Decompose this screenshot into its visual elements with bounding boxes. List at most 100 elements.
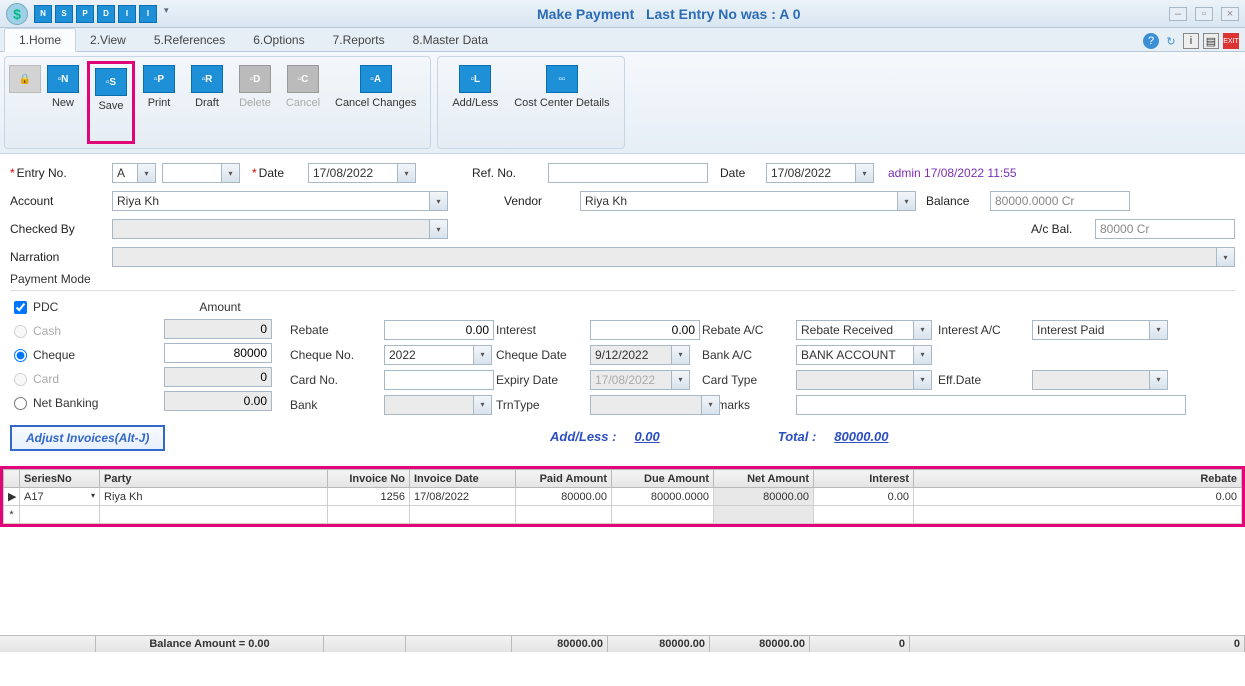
cash-radio[interactable] bbox=[14, 325, 27, 338]
adjust-invoices-button[interactable]: Adjust Invoices(Alt-J) bbox=[10, 425, 165, 451]
chequeno-label: Cheque No. bbox=[290, 348, 382, 362]
draft-button[interactable]: ▫R Draft bbox=[183, 61, 231, 144]
qa-5[interactable]: I bbox=[118, 5, 136, 23]
rebate-input[interactable] bbox=[384, 320, 494, 340]
entry-no-combo[interactable]: ▾ bbox=[162, 163, 240, 183]
addless-button[interactable]: ▫L Add/Less bbox=[444, 61, 506, 144]
chequeno-combo[interactable]: 2022▾ bbox=[384, 345, 492, 365]
cell-invoice[interactable]: 1256 bbox=[328, 488, 410, 506]
cheque-amount[interactable] bbox=[164, 343, 272, 363]
delete-button[interactable]: ▫D Delete bbox=[231, 61, 279, 144]
pdc-checkbox-row[interactable]: PDC bbox=[10, 295, 160, 319]
interestac-combo[interactable]: Interest Paid▾ bbox=[1032, 320, 1168, 340]
interest-input[interactable] bbox=[590, 320, 700, 340]
effdate-combo[interactable]: ▾ bbox=[1032, 370, 1168, 390]
balance-value bbox=[990, 191, 1130, 211]
cancel-button[interactable]: ▫C Cancel bbox=[279, 61, 327, 144]
cancel-changes-button[interactable]: ▫A Cancel Changes bbox=[327, 61, 424, 144]
cheque-radio-row[interactable]: Cheque bbox=[10, 343, 160, 367]
tab-references[interactable]: 5.References bbox=[140, 29, 239, 51]
col-dueamount[interactable]: Due Amount bbox=[612, 470, 714, 488]
date-combo[interactable]: 17/08/2022▾ bbox=[308, 163, 416, 183]
col-paidamount[interactable]: Paid Amount bbox=[516, 470, 612, 488]
cell-invdate[interactable]: 17/08/2022 bbox=[410, 488, 516, 506]
new-row-indicator[interactable]: * bbox=[4, 506, 20, 524]
close-button[interactable]: × bbox=[1221, 7, 1239, 21]
entry-series-combo[interactable]: A▾ bbox=[112, 163, 156, 183]
remarks-input[interactable] bbox=[796, 395, 1186, 415]
new-button[interactable]: ▫N New bbox=[39, 61, 87, 144]
qa-save[interactable]: S bbox=[55, 5, 73, 23]
dropdown-icon: ▾ bbox=[137, 164, 155, 182]
cell-due[interactable]: 80000.0000 bbox=[612, 488, 714, 506]
dropdown-icon[interactable]: ▾ bbox=[91, 491, 95, 500]
col-rebate[interactable]: Rebate bbox=[914, 470, 1242, 488]
cell-net[interactable]: 80000.00 bbox=[714, 488, 814, 506]
bank-combo[interactable]: ▾ bbox=[384, 395, 492, 415]
qa-delete[interactable]: D bbox=[97, 5, 115, 23]
vendor-combo[interactable]: Riya Kh▾ bbox=[580, 191, 916, 211]
exit-icon[interactable]: EXIT bbox=[1223, 33, 1239, 49]
pdc-checkbox[interactable] bbox=[14, 301, 27, 314]
trntype-label: TrnType bbox=[496, 398, 588, 412]
cell-paid[interactable]: 80000.00 bbox=[516, 488, 612, 506]
net-radio-row[interactable]: Net Banking bbox=[10, 391, 160, 415]
tab-options[interactable]: 6.Options bbox=[239, 29, 318, 51]
dropdown-icon: ▾ bbox=[473, 346, 491, 364]
help-icon[interactable]: ? bbox=[1143, 33, 1159, 49]
qa-new[interactable]: N bbox=[34, 5, 52, 23]
dropdown-icon: ▾ bbox=[221, 164, 239, 182]
date2-combo[interactable]: 17/08/2022▾ bbox=[766, 163, 874, 183]
net-radio[interactable] bbox=[14, 397, 27, 410]
tab-reports[interactable]: 7.Reports bbox=[319, 29, 399, 51]
col-party[interactable]: Party bbox=[100, 470, 328, 488]
row-selector-header[interactable] bbox=[4, 470, 20, 488]
chequedate-combo[interactable]: 9/12/2022▾ bbox=[590, 345, 690, 365]
print-icon: ▫P bbox=[143, 65, 175, 93]
app-icon: $ bbox=[6, 3, 28, 25]
dropdown-icon: ▾ bbox=[1216, 248, 1234, 266]
col-invoicedate[interactable]: Invoice Date bbox=[410, 470, 516, 488]
payment-mode-label: Payment Mode bbox=[10, 272, 1235, 286]
qa-print[interactable]: P bbox=[76, 5, 94, 23]
cell-party[interactable]: Riya Kh bbox=[100, 488, 328, 506]
account-combo[interactable]: Riya Kh▾ bbox=[112, 191, 448, 211]
col-interest[interactable]: Interest bbox=[814, 470, 914, 488]
ref-input[interactable] bbox=[548, 163, 708, 183]
invoice-grid[interactable]: SeriesNo Party Invoice No Invoice Date P… bbox=[3, 469, 1242, 524]
col-netamount[interactable]: Net Amount bbox=[714, 470, 814, 488]
row-indicator[interactable]: ▶ bbox=[4, 488, 20, 506]
cell-series[interactable]: A17 ▾ bbox=[20, 488, 100, 506]
bankac-combo[interactable]: BANK ACCOUNT▾ bbox=[796, 345, 932, 365]
cell-rebate[interactable]: 0.00 bbox=[914, 488, 1242, 506]
cash-radio-row[interactable]: Cash bbox=[10, 319, 160, 343]
col-invoiceno[interactable]: Invoice No bbox=[328, 470, 410, 488]
cash-label: Cash bbox=[33, 324, 61, 338]
checked-combo[interactable]: ▾ bbox=[112, 219, 448, 239]
refresh-icon[interactable]: ↻ bbox=[1163, 33, 1179, 49]
save-button[interactable]: ▫S Save bbox=[87, 61, 135, 144]
card-radio-row[interactable]: Card bbox=[10, 367, 160, 391]
trntype-combo[interactable]: ▾ bbox=[590, 395, 720, 415]
maximize-button[interactable]: ▫ bbox=[1195, 7, 1213, 21]
doc-icon[interactable]: ▤ bbox=[1203, 33, 1219, 49]
rebateac-combo[interactable]: Rebate Received▾ bbox=[796, 320, 932, 340]
minimize-button[interactable]: – bbox=[1169, 7, 1187, 21]
print-button[interactable]: ▫P Print bbox=[135, 61, 183, 144]
tab-home[interactable]: 1.Home bbox=[4, 28, 76, 52]
cancel-changes-icon: ▫A bbox=[360, 65, 392, 93]
bankac-label: Bank A/C bbox=[702, 348, 794, 362]
table-row-new[interactable]: * bbox=[4, 506, 1242, 524]
costcenter-button[interactable]: ▫▫ Cost Center Details bbox=[506, 61, 617, 144]
tab-masterdata[interactable]: 8.Master Data bbox=[399, 29, 502, 51]
cell-interest[interactable]: 0.00 bbox=[814, 488, 914, 506]
cash-amount bbox=[164, 319, 272, 339]
table-row[interactable]: ▶ A17 ▾ Riya Kh 1256 17/08/2022 80000.00… bbox=[4, 488, 1242, 506]
narration-combo[interactable]: ▾ bbox=[112, 247, 1235, 267]
col-seriesno[interactable]: SeriesNo bbox=[20, 470, 100, 488]
qa-6[interactable]: I bbox=[139, 5, 157, 23]
cheque-radio[interactable] bbox=[14, 349, 27, 362]
tab-view[interactable]: 2.View bbox=[76, 29, 140, 51]
info-icon[interactable]: i bbox=[1183, 33, 1199, 49]
card-radio[interactable] bbox=[14, 373, 27, 386]
